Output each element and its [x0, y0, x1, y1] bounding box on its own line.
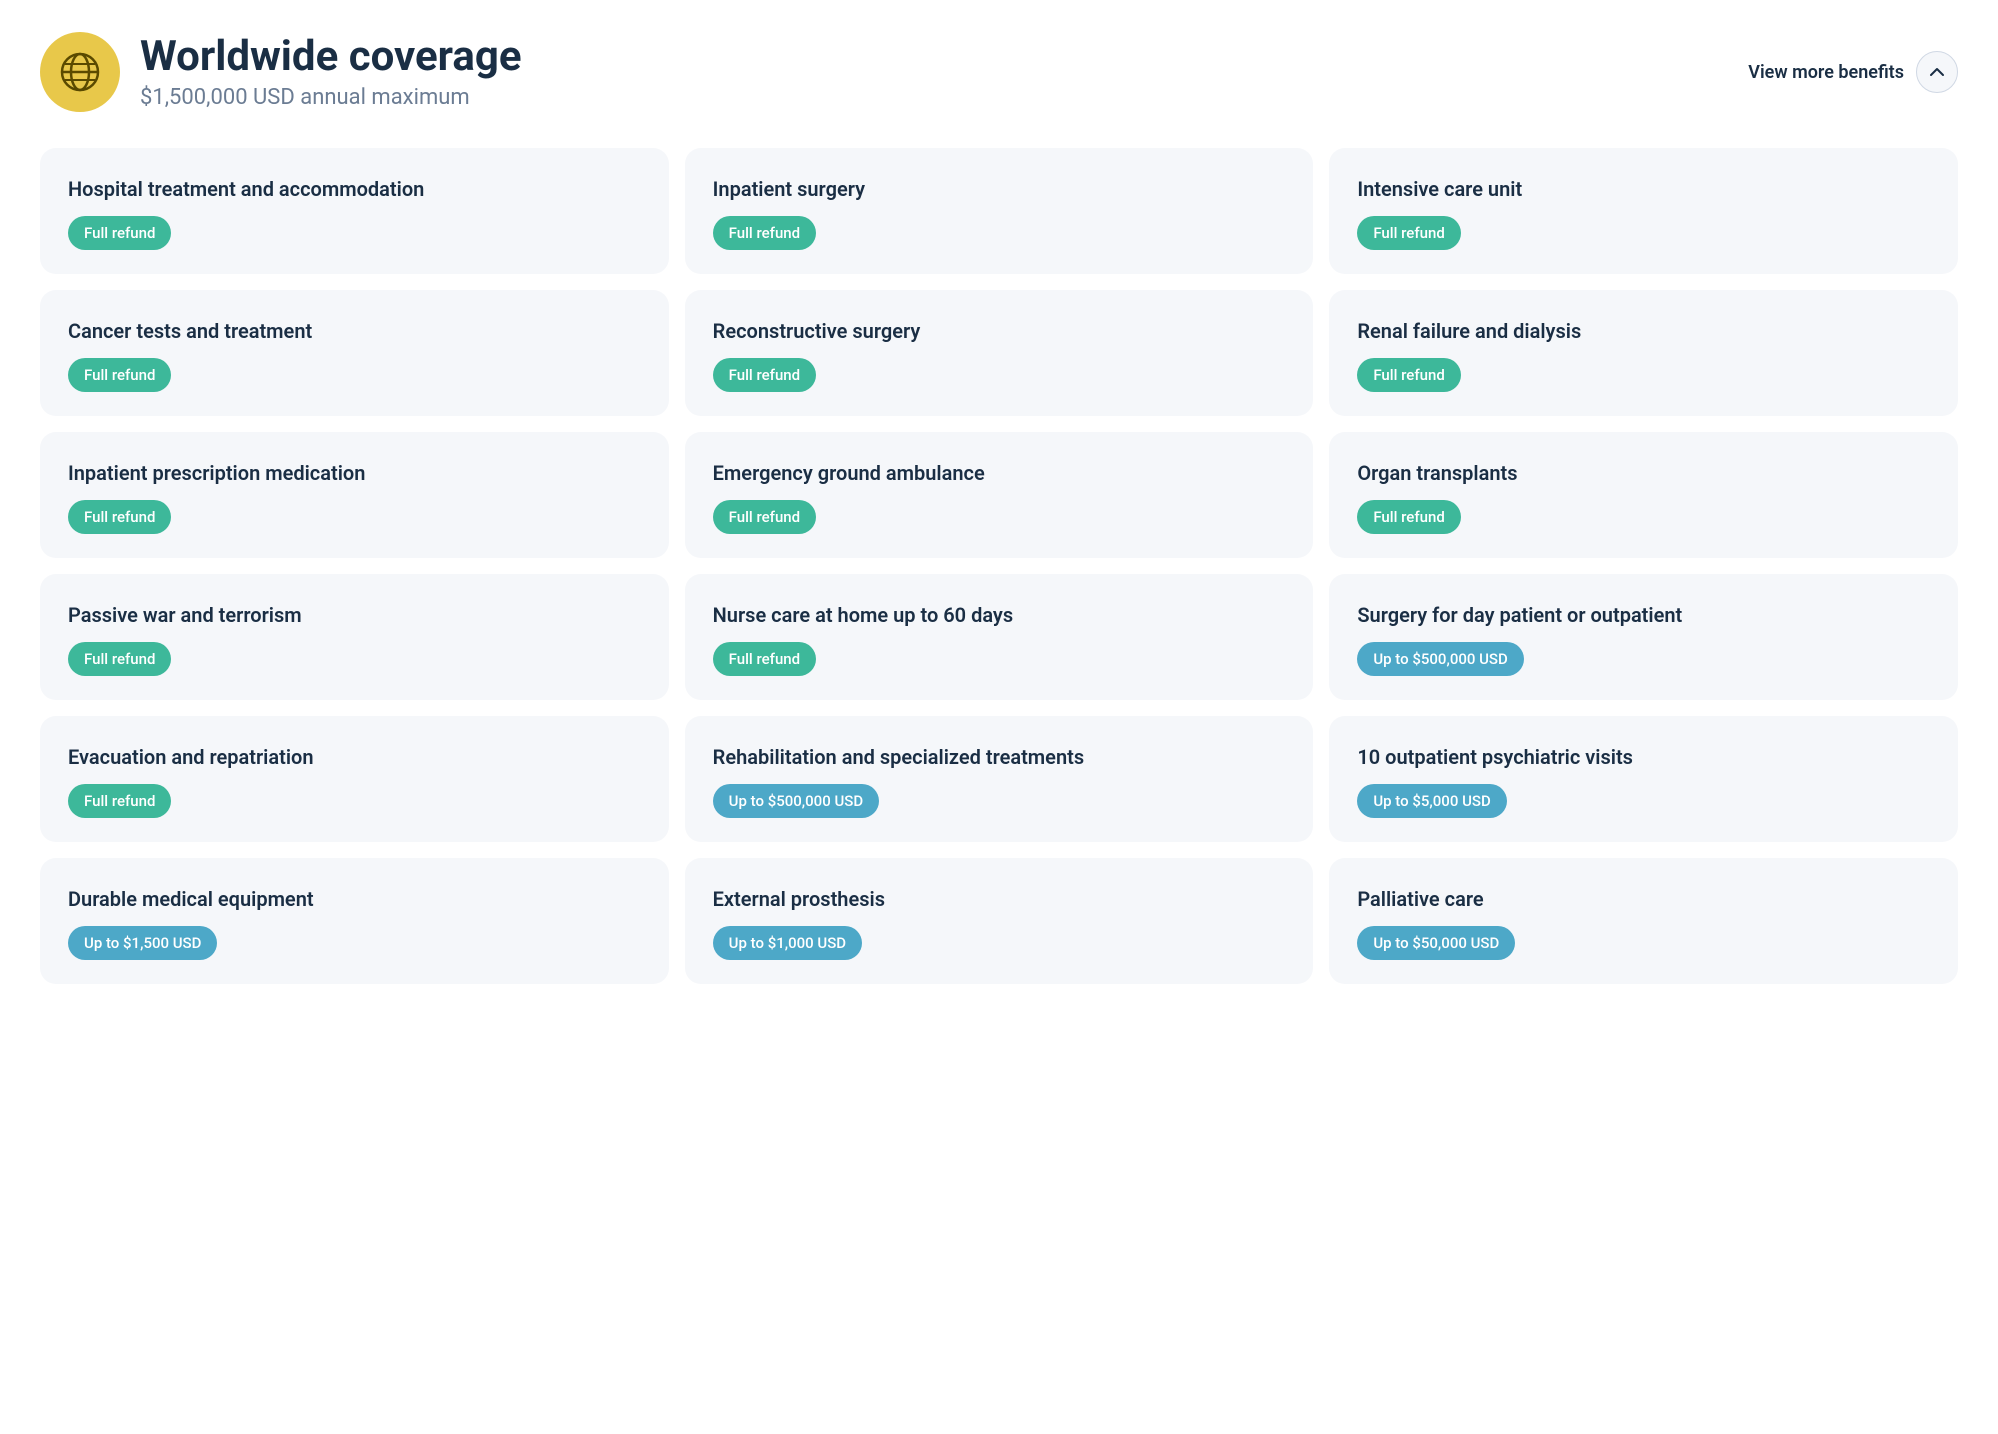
benefits-grid: Hospital treatment and accommodation Full…	[40, 148, 1958, 984]
benefit-badge: Up to $500,000 USD	[1357, 642, 1523, 676]
benefit-badge: Full refund	[713, 642, 816, 676]
view-more-button[interactable]: View more benefits	[1748, 51, 1958, 93]
benefit-badge: Full refund	[68, 784, 171, 818]
benefit-card-cancer-tests: Cancer tests and treatment Full refund	[40, 290, 669, 416]
benefit-badge: Full refund	[68, 642, 171, 676]
benefit-title: Passive war and terrorism	[68, 602, 641, 628]
page-title: Worldwide coverage	[140, 34, 522, 80]
benefit-card-inpatient-surgery: Inpatient surgery Full refund	[685, 148, 1314, 274]
benefit-title: Hospital treatment and accommodation	[68, 176, 641, 202]
benefit-badge: Full refund	[713, 216, 816, 250]
benefit-badge: Up to $1,000 USD	[713, 926, 862, 960]
benefit-title: Inpatient surgery	[713, 176, 1286, 202]
benefit-badge: Full refund	[713, 358, 816, 392]
benefit-card-outpatient-psychiatric: 10 outpatient psychiatric visits Up to $5…	[1329, 716, 1958, 842]
benefit-card-surgery-day-patient: Surgery for day patient or outpatient Up …	[1329, 574, 1958, 700]
benefit-title: 10 outpatient psychiatric visits	[1357, 744, 1930, 770]
benefit-title: Organ transplants	[1357, 460, 1930, 486]
benefit-badge: Full refund	[68, 216, 171, 250]
globe-icon-wrapper	[40, 32, 120, 112]
chevron-up-button[interactable]	[1916, 51, 1958, 93]
benefit-card-intensive-care: Intensive care unit Full refund	[1329, 148, 1958, 274]
benefit-card-evacuation-repatriation: Evacuation and repatriation Full refund	[40, 716, 669, 842]
globe-icon	[58, 50, 102, 94]
benefit-badge: Up to $50,000 USD	[1357, 926, 1515, 960]
benefit-badge: Full refund	[68, 500, 171, 534]
benefit-card-external-prosthesis: External prosthesis Up to $1,000 USD	[685, 858, 1314, 984]
benefit-card-emergency-ambulance: Emergency ground ambulance Full refund	[685, 432, 1314, 558]
benefit-badge: Up to $500,000 USD	[713, 784, 879, 818]
benefit-badge: Up to $1,500 USD	[68, 926, 217, 960]
benefit-title: External prosthesis	[713, 886, 1286, 912]
page-header: Worldwide coverage $1,500,000 USD annual…	[40, 32, 1958, 112]
page-subtitle: $1,500,000 USD annual maximum	[140, 85, 522, 110]
benefit-card-hospital-treatment: Hospital treatment and accommodation Full…	[40, 148, 669, 274]
benefit-card-passive-war: Passive war and terrorism Full refund	[40, 574, 669, 700]
benefit-title: Evacuation and repatriation	[68, 744, 641, 770]
chevron-up-icon	[1928, 63, 1946, 81]
benefit-title: Inpatient prescription medication	[68, 460, 641, 486]
benefit-card-reconstructive-surgery: Reconstructive surgery Full refund	[685, 290, 1314, 416]
benefit-title: Renal failure and dialysis	[1357, 318, 1930, 344]
benefit-card-durable-medical: Durable medical equipment Up to $1,500 US…	[40, 858, 669, 984]
benefit-badge: Full refund	[1357, 216, 1460, 250]
benefit-card-renal-failure: Renal failure and dialysis Full refund	[1329, 290, 1958, 416]
benefit-title: Emergency ground ambulance	[713, 460, 1286, 486]
benefit-title: Intensive care unit	[1357, 176, 1930, 202]
header-left: Worldwide coverage $1,500,000 USD annual…	[40, 32, 522, 112]
benefit-card-rehabilitation: Rehabilitation and specialized treatment…	[685, 716, 1314, 842]
benefit-title: Rehabilitation and specialized treatment…	[713, 744, 1286, 770]
benefit-card-organ-transplants: Organ transplants Full refund	[1329, 432, 1958, 558]
benefit-title: Reconstructive surgery	[713, 318, 1286, 344]
benefit-title: Palliative care	[1357, 886, 1930, 912]
benefit-badge: Full refund	[1357, 358, 1460, 392]
benefit-badge: Full refund	[1357, 500, 1460, 534]
benefit-badge: Full refund	[713, 500, 816, 534]
benefit-title: Surgery for day patient or outpatient	[1357, 602, 1930, 628]
benefit-title: Cancer tests and treatment	[68, 318, 641, 344]
benefit-card-nurse-care: Nurse care at home up to 60 days Full ref…	[685, 574, 1314, 700]
benefit-card-palliative-care: Palliative care Up to $50,000 USD	[1329, 858, 1958, 984]
benefit-card-inpatient-prescription: Inpatient prescription medication Full re…	[40, 432, 669, 558]
benefit-title: Durable medical equipment	[68, 886, 641, 912]
benefit-title: Nurse care at home up to 60 days	[713, 602, 1286, 628]
benefit-badge: Up to $5,000 USD	[1357, 784, 1506, 818]
benefit-badge: Full refund	[68, 358, 171, 392]
header-text: Worldwide coverage $1,500,000 USD annual…	[140, 34, 522, 109]
view-more-label: View more benefits	[1748, 62, 1904, 83]
